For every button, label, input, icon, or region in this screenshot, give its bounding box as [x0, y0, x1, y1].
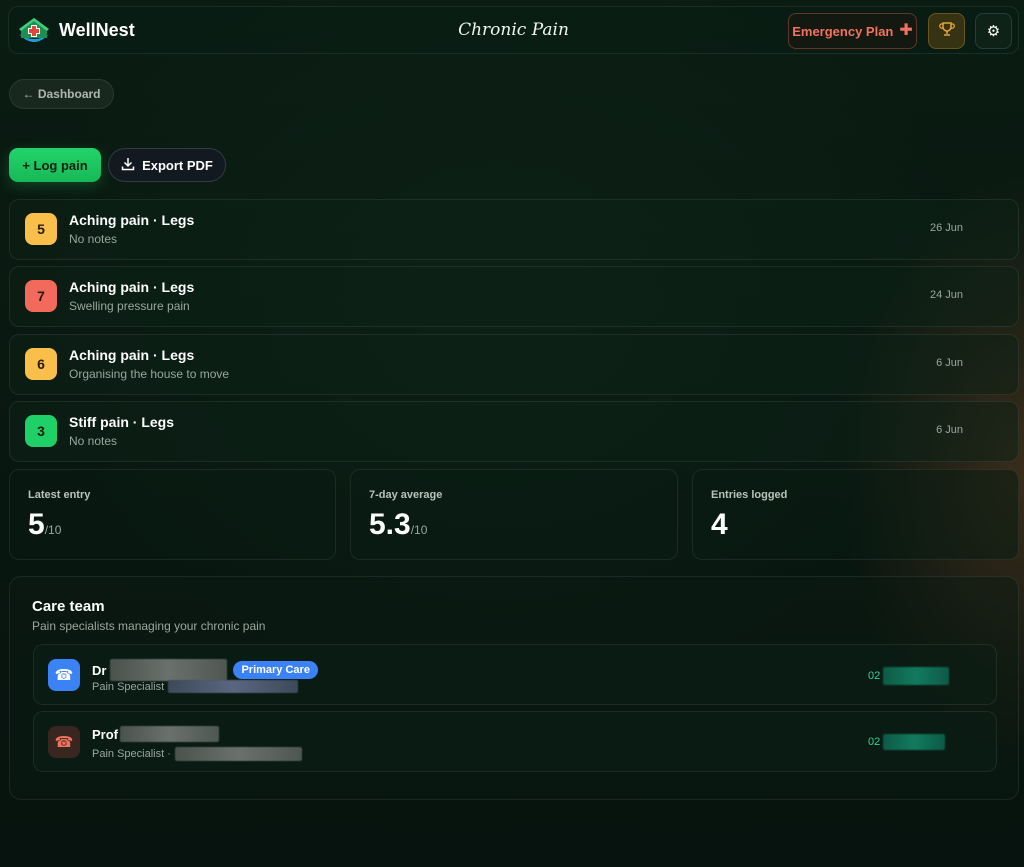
trophy-icon	[938, 21, 955, 42]
entry-note: No notes	[69, 434, 118, 448]
export-pdf-button[interactable]: Export PDF	[108, 148, 226, 182]
emergency-plan-button[interactable]: Emergency Plan ✚	[788, 13, 917, 49]
stat-card-average: 7-day average 5.3/10	[350, 469, 678, 560]
pain-entry[interactable]: 3 Stiff pain · Legs No notes 6 Jun	[9, 401, 1019, 462]
entry-note: No notes	[69, 232, 118, 246]
contact-role: Pain Specialist	[92, 680, 299, 693]
care-team-title: Care team	[32, 598, 105, 615]
download-icon	[121, 157, 135, 174]
entry-date: 26 Jun	[929, 222, 963, 234]
contact-name: Prof	[92, 726, 219, 742]
pain-entry[interactable]: 6 Aching pain · Legs Organising the hous…	[9, 334, 1019, 395]
pain-score-badge: 6	[25, 348, 57, 380]
phone-icon: ☎	[48, 726, 80, 758]
entry-title: Aching pain · Legs	[69, 279, 195, 295]
care-team-subtitle: Pain specialists managing your chronic p…	[32, 619, 266, 633]
achievements-button[interactable]	[928, 13, 965, 49]
stat-label: 7-day average	[369, 489, 443, 501]
stat-label: Entries logged	[711, 489, 788, 501]
stat-value: 5/10	[28, 508, 62, 541]
stat-value: 4	[711, 508, 728, 541]
log-pain-button[interactable]: + Log pain	[9, 148, 101, 182]
entry-title: Aching pain · Legs	[69, 347, 195, 363]
settings-button[interactable]: ⚙	[975, 13, 1012, 49]
pain-score-badge: 3	[25, 415, 57, 447]
stat-card-count: Entries logged 4	[692, 469, 1019, 560]
entry-date: 6 Jun	[936, 424, 963, 436]
contact-phone[interactable]: 02	[868, 734, 946, 750]
care-team-panel: Care team Pain specialists managing your…	[9, 576, 1019, 800]
redacted-detail	[168, 680, 299, 693]
entry-date: 6 Jun	[936, 357, 963, 369]
entry-note: Organising the house to move	[69, 367, 230, 381]
contact-name: Dr Primary Care	[92, 659, 318, 681]
emergency-plan-label: Emergency Plan	[792, 23, 894, 39]
phone-icon: ☎	[48, 659, 80, 691]
redacted-phone	[883, 667, 950, 685]
pain-score-badge: 5	[25, 213, 57, 245]
redacted-name	[110, 659, 228, 681]
top-bar: WellNest Chronic Pain Emergency Plan ✚ ⚙	[8, 6, 1019, 54]
back-to-dashboard-button[interactable]: ← Dashboard	[9, 79, 114, 109]
care-contact[interactable]: ☎ Dr Primary Care Pain Specialist 02	[33, 644, 997, 705]
care-contact[interactable]: ☎ Prof Pain Specialist · 02	[33, 711, 997, 772]
contact-phone[interactable]: 02	[868, 667, 950, 685]
pain-entry[interactable]: 5 Aching pain · Legs No notes 26 Jun	[9, 199, 1019, 260]
plus-cross-icon: ✚	[899, 22, 913, 39]
gear-icon: ⚙	[986, 23, 1001, 40]
redacted-phone	[883, 734, 946, 750]
pain-entry[interactable]: 7 Aching pain · Legs Swelling pressure p…	[9, 266, 1019, 327]
entry-note: Swelling pressure pain	[69, 299, 190, 313]
pain-score-badge: 7	[25, 280, 57, 312]
entry-title: Stiff pain · Legs	[69, 414, 174, 430]
stat-card-latest: Latest entry 5/10	[9, 469, 336, 560]
primary-care-badge: Primary Care	[233, 661, 318, 679]
entry-date: 24 Jun	[929, 289, 963, 301]
stat-label: Latest entry	[28, 489, 91, 501]
redacted-name	[120, 726, 219, 742]
export-pdf-label: Export PDF	[142, 157, 213, 173]
redacted-detail	[174, 747, 302, 761]
entry-title: Aching pain · Legs	[69, 212, 195, 228]
stat-value: 5.3/10	[369, 508, 428, 541]
contact-role: Pain Specialist ·	[92, 747, 302, 761]
